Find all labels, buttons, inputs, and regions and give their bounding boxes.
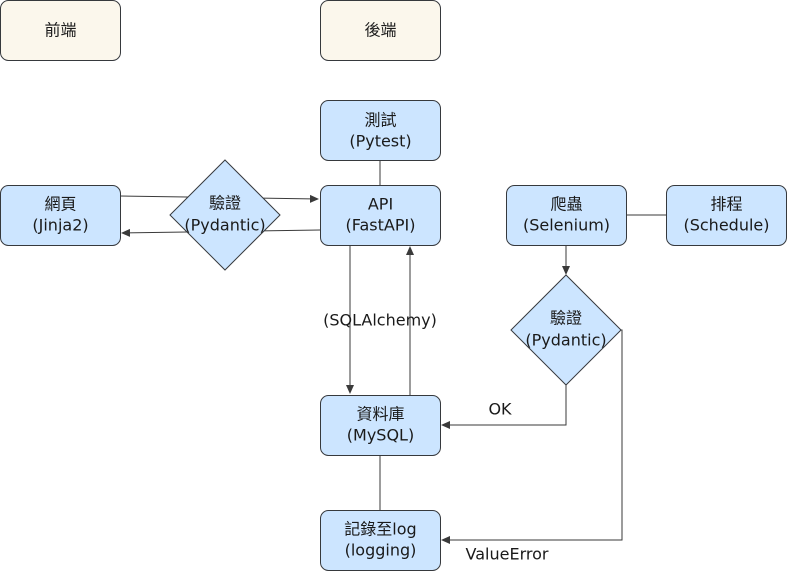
node-api-tech: (FastAPI) (346, 216, 416, 235)
header-backend-label: 後端 (364, 21, 396, 40)
edge-label-error: ValueError (466, 545, 549, 564)
node-crawler-tech: (Selenium) (523, 216, 610, 235)
node-schedule: 排程 (Schedule) (666, 185, 787, 246)
node-validate-crawler-tech: (Pydantic) (525, 331, 606, 350)
node-webpage-title: 網頁 (44, 195, 76, 214)
node-validate-front-tech: (Pydantic) (184, 216, 265, 235)
node-api-title: API (368, 195, 393, 214)
node-logging-tech: (logging) (345, 541, 417, 560)
node-webpage: 網頁 (Jinja2) (0, 185, 121, 246)
node-test-title: 測試 (364, 111, 396, 130)
node-api: API (FastAPI) (320, 185, 441, 246)
header-backend: 後端 (320, 0, 441, 61)
node-schedule-tech: (Schedule) (683, 216, 769, 235)
node-validate-crawler: 驗證 (Pydantic) (510, 274, 622, 386)
node-database: 資料庫 (MySQL) (320, 395, 441, 456)
node-validate-front-title: 驗證 (209, 194, 241, 213)
node-database-title: 資料庫 (356, 405, 404, 424)
node-database-tech: (MySQL) (347, 426, 414, 445)
node-validate-front: 驗證 (Pydantic) (169, 159, 281, 271)
architecture-diagram: 前端 後端 測試 (Pytest) 網頁 (Jinja2) API (FastA… (0, 0, 787, 571)
node-schedule-title: 排程 (710, 195, 742, 214)
edge-label-ok: OK (488, 400, 512, 419)
node-test: 測試 (Pytest) (320, 100, 441, 161)
edge-validate-error (441, 329, 623, 544)
node-webpage-tech: (Jinja2) (32, 216, 88, 235)
node-test-tech: (Pytest) (349, 132, 411, 151)
node-crawler: 爬蟲 (Selenium) (506, 185, 627, 246)
header-frontend-label: 前端 (44, 21, 76, 40)
node-crawler-title: 爬蟲 (550, 195, 582, 214)
header-frontend: 前端 (0, 0, 121, 61)
node-logging: 記錄至log (logging) (320, 510, 441, 571)
node-validate-crawler-title: 驗證 (550, 309, 582, 328)
edge-label-orm: (SQLAlchemy) (323, 311, 437, 330)
node-logging-title: 記錄至log (344, 520, 416, 539)
